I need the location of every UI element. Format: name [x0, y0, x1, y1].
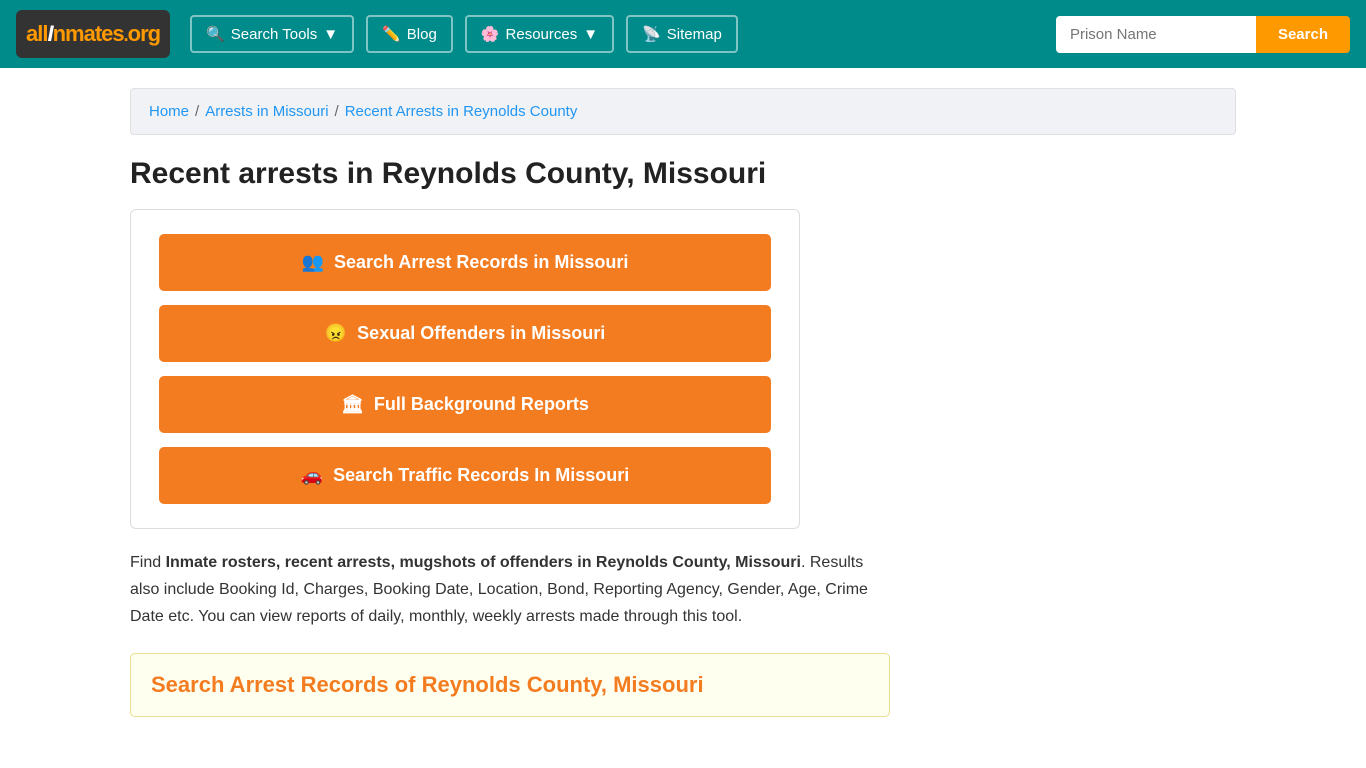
prison-search-label: Search: [1278, 26, 1328, 43]
description-intro: Find: [130, 554, 166, 571]
prison-search-button[interactable]: Search: [1256, 16, 1350, 53]
breadcrumb-current: Recent Arrests in Reynolds County: [345, 103, 578, 120]
header-search: Search: [1056, 16, 1350, 53]
offender-icon: 😠: [325, 323, 347, 344]
chevron-down-icon: ▼: [323, 26, 338, 43]
people-icon: 👥: [302, 252, 324, 273]
prison-search-input[interactable]: [1056, 16, 1256, 53]
nav-blog[interactable]: ✏️ Blog: [366, 15, 453, 53]
breadcrumb-sep-2: /: [335, 103, 339, 120]
description-paragraph: Find Inmate rosters, recent arrests, mug…: [130, 549, 890, 631]
search-traffic-records-label: Search Traffic Records In Missouri: [333, 465, 629, 486]
section-box: Search Arrest Records of Reynolds County…: [130, 653, 890, 717]
nav-sitemap-label: Sitemap: [667, 26, 722, 43]
chevron-down-icon-resources: ▼: [583, 26, 598, 43]
breadcrumb-arrests-missouri[interactable]: Arrests in Missouri: [205, 103, 328, 120]
blog-icon: ✏️: [382, 25, 401, 43]
nav-blog-label: Blog: [407, 26, 437, 43]
sexual-offenders-label: Sexual Offenders in Missouri: [357, 323, 605, 344]
main-content: Recent arrests in Reynolds County, Misso…: [130, 135, 1236, 717]
nav-resources-label: Resources: [506, 26, 578, 43]
nav-sitemap[interactable]: 📡 Sitemap: [626, 15, 738, 53]
action-card: 👥 Search Arrest Records in Missouri 😠 Se…: [130, 209, 800, 529]
page-title: Recent arrests in Reynolds County, Misso…: [130, 157, 1236, 191]
search-arrest-records-button[interactable]: 👥 Search Arrest Records in Missouri: [159, 234, 771, 291]
nav-resources[interactable]: 🌸 Resources ▼: [465, 15, 614, 53]
resources-icon: 🌸: [481, 25, 500, 43]
breadcrumb-home[interactable]: Home: [149, 103, 189, 120]
full-background-reports-label: Full Background Reports: [374, 394, 589, 415]
sexual-offenders-button[interactable]: 😠 Sexual Offenders in Missouri: [159, 305, 771, 362]
search-arrest-records-label: Search Arrest Records in Missouri: [334, 252, 628, 273]
building-icon: 🏛: [341, 394, 364, 415]
breadcrumb-sep-1: /: [195, 103, 199, 120]
car-icon: 🚗: [301, 465, 323, 486]
description-bold: Inmate rosters, recent arrests, mugshots…: [166, 554, 801, 571]
breadcrumb: Home / Arrests in Missouri / Recent Arre…: [130, 88, 1236, 135]
header: allInmates.org 🔍 Search Tools ▼ ✏️ Blog …: [0, 0, 1366, 68]
search-icon: 🔍: [206, 25, 225, 43]
section-box-title: Search Arrest Records of Reynolds County…: [151, 672, 869, 698]
nav-search-tools[interactable]: 🔍 Search Tools ▼: [190, 15, 354, 53]
full-background-reports-button[interactable]: 🏛 Full Background Reports: [159, 376, 771, 433]
sitemap-icon: 📡: [642, 25, 661, 43]
search-traffic-records-button[interactable]: 🚗 Search Traffic Records In Missouri: [159, 447, 771, 504]
logo[interactable]: allInmates.org: [16, 10, 170, 58]
nav-search-tools-label: Search Tools: [231, 26, 317, 43]
